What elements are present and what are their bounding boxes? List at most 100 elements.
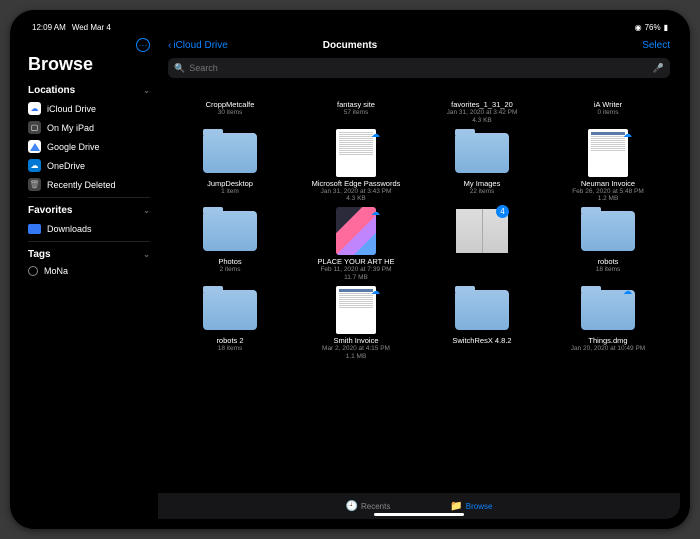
file-item[interactable]: ☁Neuman InvoiceFeb 26, 2020 at 5:48 PM1.… [550,129,666,204]
file-meta: 57 items [344,109,369,117]
file-meta: Mar 2, 2020 at 4:15 PM [322,345,390,353]
back-button[interactable]: ‹iCloud Drive [168,40,228,51]
file-name: Photos [218,257,241,266]
section-locations[interactable]: Locations ⌄ [28,85,150,96]
onedrive-icon: ☁ [28,159,41,172]
sidebar: ⋯ Browse Locations ⌄ ☁iCloud Drive ▢On M… [20,34,158,519]
file-item[interactable]: 4 [424,207,540,282]
battery-percent: 76% [645,23,661,32]
file-item[interactable]: SwitchResX 4.8.2 [424,286,540,361]
file-thumbnail [577,207,639,255]
sidebar-item-tag[interactable]: MoNa [28,263,150,279]
sidebar-item-ipad[interactable]: ▢On My iPad [28,118,150,137]
sidebar-item-downloads[interactable]: Downloads [28,219,150,238]
file-meta: 22 items [470,188,495,196]
main-panel: ‹iCloud Drive Documents Select 🔍 🎤 Cropp… [158,34,680,519]
sidebar-item-trash[interactable]: 🗑Recently Deleted [28,175,150,194]
file-meta: Jan 20, 2020 at 10:49 PM [571,345,645,353]
file-grid: CroppMetcalfe30 itemsfantasy site57 item… [158,84,680,493]
search-input[interactable] [189,63,649,73]
file-item[interactable]: iA Writer0 items [550,84,666,125]
file-item[interactable]: favorites_1_31_20Jan 31, 2020 at 3:42 PM… [424,84,540,125]
file-size: 4.3 KB [472,117,492,125]
file-size: 4.3 KB [346,195,366,203]
cloud-download-icon: ☁ [622,286,633,297]
folder-icon [28,222,41,235]
search-bar[interactable]: 🔍 🎤 [168,58,670,78]
cloud-download-icon: ☁ [370,286,381,297]
mic-icon[interactable]: 🎤 [653,63,664,74]
file-name: Things.dmg [588,336,627,345]
file-meta: 2 items [220,266,241,274]
ipad-icon: ▢ [28,121,41,134]
file-thumbnail [325,84,387,98]
cloud-download-icon: ☁ [370,207,381,218]
sidebar-title: Browse [28,54,150,75]
file-item[interactable]: Photos2 items [172,207,288,282]
file-name: Microsoft Edge Passwords [312,179,401,188]
file-thumbnail [199,286,261,334]
file-thumbnail: 4 [451,207,513,255]
file-item[interactable]: ☁ Smith InvoiceMar 2, 2020 at 4:15 PM1.1 … [298,286,414,361]
file-size: 1.2 MB [598,195,619,203]
file-item[interactable]: robots 218 items [172,286,288,361]
file-name: robots 2 [216,336,243,345]
tab-browse[interactable]: 📁Browse [450,501,492,512]
more-icon[interactable]: ⋯ [136,38,150,52]
tab-recents[interactable]: 🕘Recents [346,501,391,512]
file-meta: 1 item [221,188,239,196]
battery-icon: ▮ [664,23,668,32]
file-name: CroppMetcalfe [206,100,255,109]
file-thumbnail: ☁ [325,207,387,255]
file-item[interactable]: ☁ Things.dmgJan 20, 2020 at 10:49 PM [550,286,666,361]
chevron-left-icon: ‹ [168,40,171,51]
status-time: 12:09 AM [32,23,66,32]
file-name: SwitchResX 4.8.2 [452,336,511,345]
cloud-download-icon: ☁ [370,129,381,140]
sidebar-item-gdrive[interactable]: Google Drive [28,137,150,156]
sidebar-item-onedrive[interactable]: ☁OneDrive [28,156,150,175]
file-name: robots [598,257,619,266]
file-name: Smith Invoice [333,336,378,345]
file-item[interactable]: robots18 items [550,207,666,282]
file-meta: 0 items [598,109,619,117]
tab-bar: 🕘Recents 📁Browse [158,493,680,519]
file-meta: Jan 31, 2020 at 3:42 PM [447,109,518,117]
file-size: 11.7 MB [344,274,368,282]
file-item[interactable]: CroppMetcalfe30 items [172,84,288,125]
gdrive-icon [28,140,41,153]
file-name: fantasy site [337,100,375,109]
status-bar: 12:09 AM Wed Mar 4 ◉ 76% ▮ [20,20,680,34]
select-button[interactable]: Select [642,40,670,51]
wifi-icon: ◉ [635,23,642,32]
home-indicator[interactable] [374,513,464,516]
section-tags[interactable]: Tags ⌄ [28,249,150,260]
file-item[interactable]: ☁Microsoft Edge PasswordsJan 31, 2020 at… [298,129,414,204]
folder-icon: 📁 [450,501,462,512]
chevron-down-icon: ⌄ [143,86,150,95]
section-favorites[interactable]: Favorites ⌄ [28,205,150,216]
file-meta: 18 items [218,345,243,353]
file-name: favorites_1_31_20 [451,100,513,109]
chevron-down-icon: ⌄ [143,206,150,215]
file-item[interactable]: JumpDesktop1 item [172,129,288,204]
file-name: iA Writer [594,100,622,109]
file-thumbnail: ☁ [325,286,387,334]
clock-icon: 🕘 [346,501,358,512]
file-thumbnail [577,84,639,98]
chevron-down-icon: ⌄ [143,250,150,259]
sidebar-item-icloud[interactable]: ☁iCloud Drive [28,99,150,118]
file-meta: Feb 11, 2020 at 7:39 PM [320,266,391,274]
file-name: Neuman Invoice [581,179,635,188]
trash-icon: 🗑 [28,178,41,191]
file-item[interactable]: My Images22 items [424,129,540,204]
file-item[interactable]: fantasy site57 items [298,84,414,125]
navbar: ‹iCloud Drive Documents Select [158,34,680,56]
file-thumbnail [451,129,513,177]
file-item[interactable]: ☁PLACE YOUR ART HEFeb 11, 2020 at 7:39 P… [298,207,414,282]
file-size: 1.1 MB [346,353,367,361]
search-icon: 🔍 [174,63,185,74]
file-meta: 18 items [596,266,621,274]
file-thumbnail [199,129,261,177]
file-thumbnail: ☁ [577,129,639,177]
